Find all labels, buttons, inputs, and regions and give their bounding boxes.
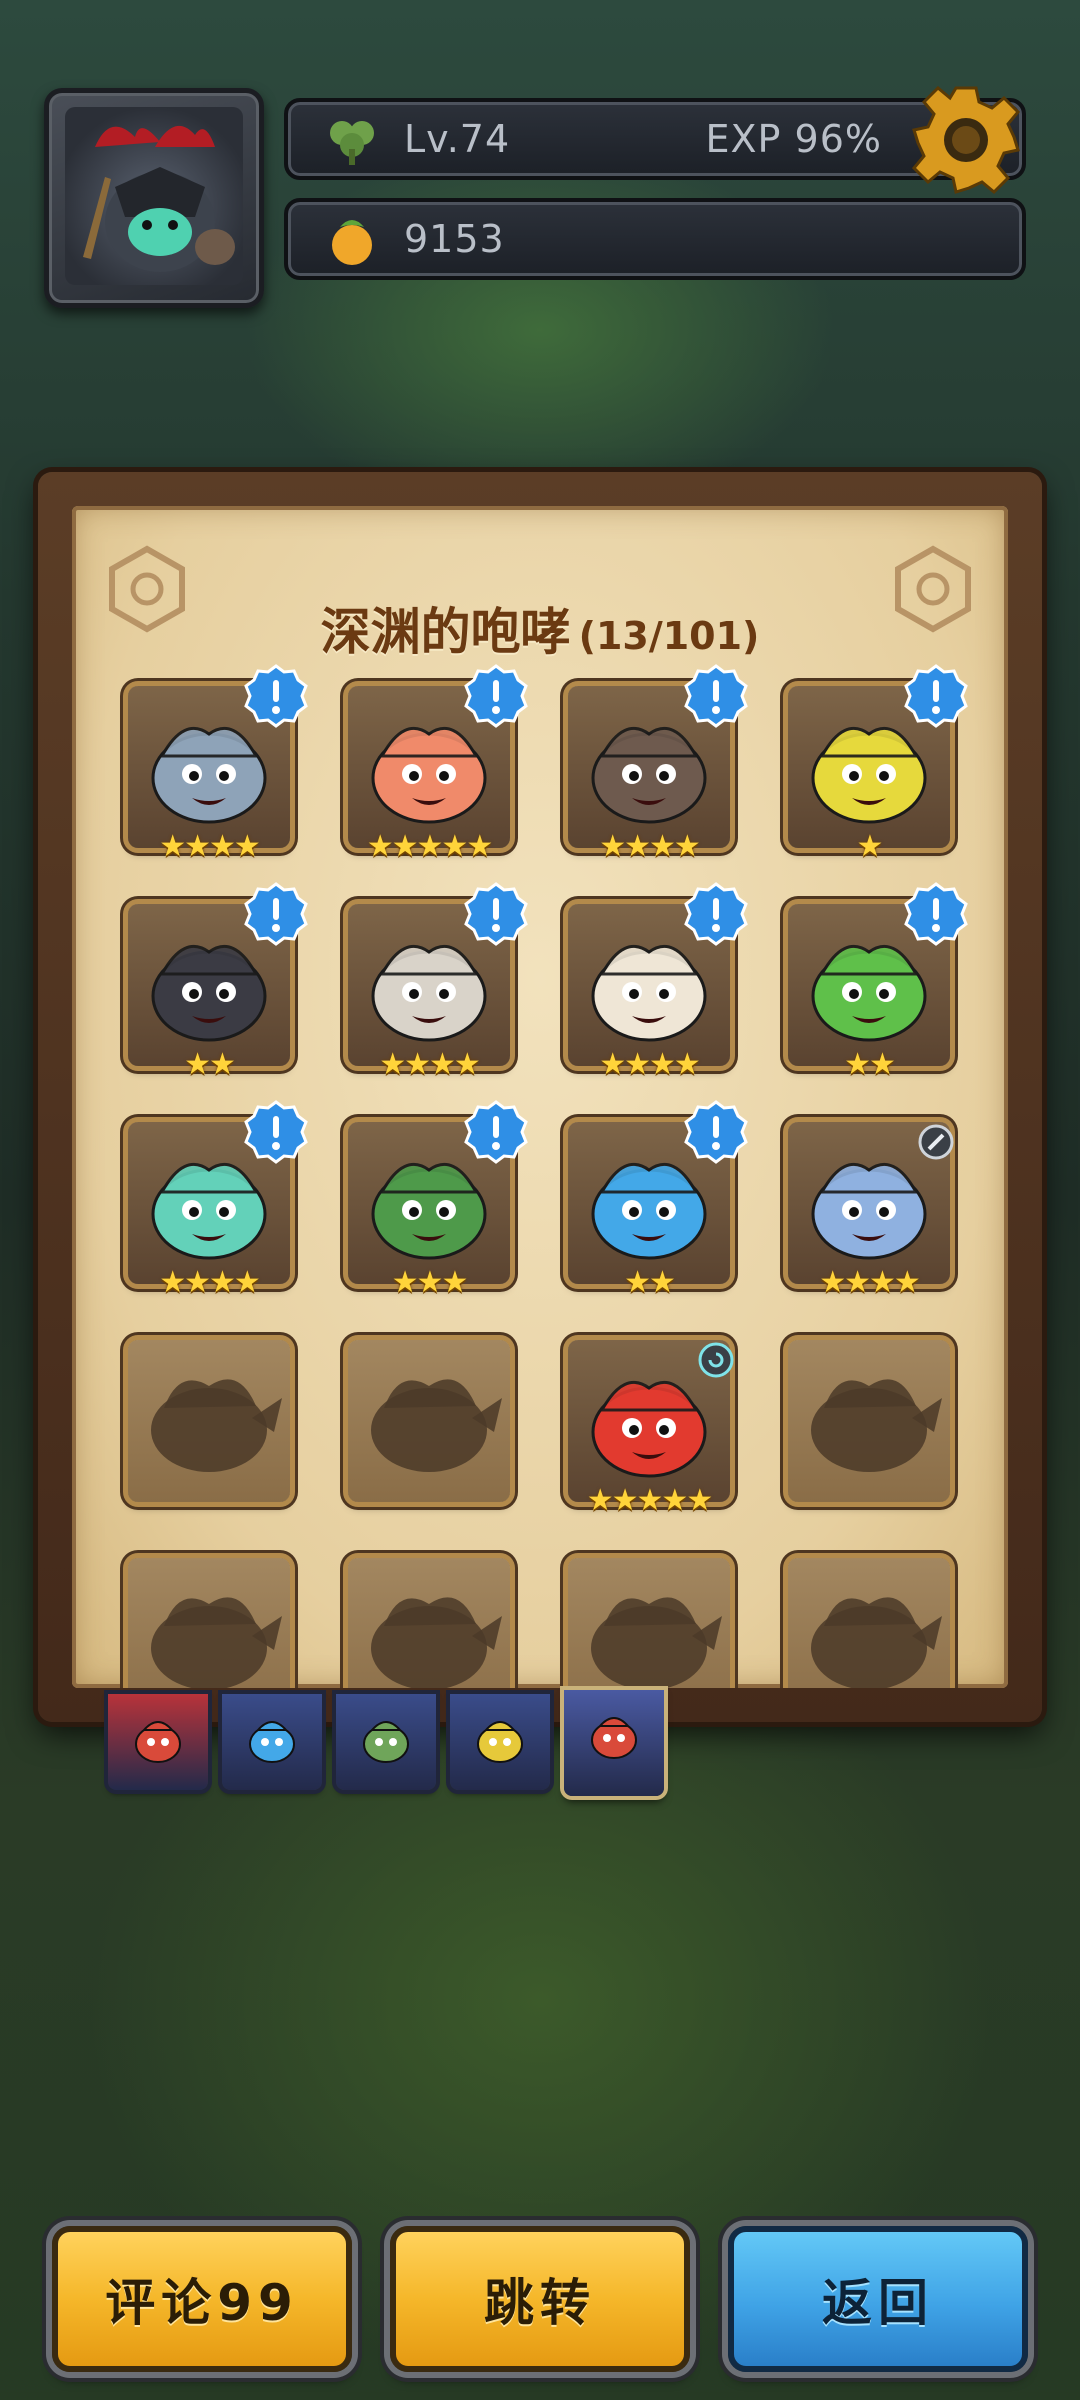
back-button-label: 返回 [822, 2274, 934, 2332]
swirl-badge-icon [698, 1342, 734, 1378]
category-tab[interactable] [336, 1694, 436, 1790]
creature-card[interactable]: ★★ [788, 882, 968, 1080]
new-alert-badge-icon [464, 882, 528, 946]
collection-title: 深渊的咆哮 [320, 603, 571, 661]
star-rating: ★★★★ [159, 829, 261, 864]
new-alert-badge-icon [464, 1100, 528, 1164]
avatar [65, 107, 243, 285]
creature-card[interactable]: ★★★★ [348, 882, 528, 1080]
creature-card[interactable]: ★★★ [348, 1100, 528, 1298]
creature-silhouette-icon [811, 1597, 942, 1688]
category-tab[interactable] [222, 1694, 322, 1790]
new-alert-badge-icon [904, 882, 968, 946]
creature-card[interactable]: ★★★★ [568, 882, 748, 1080]
panel-title: 深渊的咆哮 (13/101) [72, 592, 1008, 664]
exp-percent: EXP 96% [705, 117, 882, 161]
comment-button[interactable]: 评论99 [52, 2226, 352, 2372]
new-alert-badge-icon [244, 664, 308, 728]
creature-silhouette-icon [591, 1597, 722, 1688]
locked-creature-card[interactable] [128, 1340, 290, 1502]
star-rating: ★★★★★ [586, 1483, 713, 1518]
new-alert-badge-icon [904, 664, 968, 728]
currency-amount: 9153 [404, 217, 505, 261]
collection-panel: 深渊的咆哮 (13/101) ★★★★ ★★★★★ ★★★★ ★ ★★ ★★★★… [38, 472, 1042, 1722]
creature-card[interactable]: ★★ [128, 882, 308, 1080]
creature-card[interactable]: ★★★★ [568, 664, 748, 862]
creature-silhouette-icon [151, 1597, 282, 1688]
creature-card[interactable]: ★★★★ [128, 664, 308, 862]
creature-silhouette-icon [371, 1597, 502, 1688]
new-alert-badge-icon [684, 1100, 748, 1164]
creature-silhouette-icon [371, 1379, 502, 1472]
category-tab[interactable] [108, 1694, 208, 1790]
back-button[interactable]: 返回 [728, 2226, 1028, 2372]
new-alert-badge-icon [684, 664, 748, 728]
red-demon-icon [591, 1717, 637, 1759]
star-rating: ★★★ [391, 1265, 469, 1300]
new-alert-badge-icon [684, 882, 748, 946]
creature-card[interactable]: ★★★★★ [568, 1340, 734, 1516]
locked-creature-card[interactable] [788, 1340, 950, 1502]
player-level: Lv.74 [404, 117, 511, 161]
fruit-currency-icon [332, 220, 372, 265]
jump-button-label: 跳转 [484, 2274, 596, 2332]
star-rating: ★★ [844, 1047, 896, 1082]
star-rating: ★★★★ [379, 1047, 481, 1082]
star-rating: ★★★★ [599, 1047, 701, 1082]
yellow-creature-icon [477, 1721, 523, 1763]
locked-creature-card[interactable] [348, 1340, 510, 1502]
creature-silhouette-icon [811, 1379, 942, 1472]
category-tab[interactable] [564, 1690, 664, 1796]
new-alert-badge-icon [464, 664, 528, 728]
star-rating: ★★★★ [819, 1265, 921, 1300]
creature-card[interactable]: ★★ [568, 1100, 748, 1298]
creature-card[interactable]: ★ [788, 664, 968, 862]
sword-badge-icon [918, 1124, 954, 1160]
creature-card[interactable]: ★★★★ [788, 1122, 954, 1298]
star-rating: ★★★★ [159, 1265, 261, 1300]
locked-creature-card[interactable] [568, 1558, 730, 1688]
blue-creature-icon [249, 1721, 295, 1763]
creature-card[interactable]: ★★★★★ [348, 664, 528, 862]
player-avatar-frame[interactable] [44, 88, 264, 308]
creature-card[interactable]: ★★★★ [128, 1100, 308, 1298]
clover-icon [330, 121, 374, 165]
star-rating: ★ [856, 829, 884, 864]
comment-button-label: 评论99 [105, 2274, 299, 2332]
collection-panel-inner: 深渊的咆哮 (13/101) ★★★★ ★★★★★ ★★★★ ★ ★★ ★★★★… [72, 506, 1008, 1688]
star-rating: ★★ [624, 1265, 676, 1300]
red-team-icon [135, 1721, 181, 1763]
new-alert-badge-icon [244, 1100, 308, 1164]
collection-count: (13/101) [578, 614, 760, 658]
star-rating: ★★ [184, 1047, 236, 1082]
locked-creature-card[interactable] [788, 1558, 950, 1688]
locked-creature-card[interactable] [128, 1558, 290, 1688]
new-alert-badge-icon [244, 882, 308, 946]
creature-silhouette-icon [151, 1379, 282, 1472]
star-rating: ★★★★ [599, 829, 701, 864]
settings-gear-icon[interactable] [910, 84, 1022, 196]
star-rating: ★★★★★ [366, 829, 493, 864]
category-tab[interactable] [450, 1694, 550, 1790]
locked-creature-card[interactable] [348, 1558, 510, 1688]
green-creature-icon [363, 1721, 409, 1763]
jump-button[interactable]: 跳转 [390, 2226, 690, 2372]
currency-bar: 9153 [284, 198, 1026, 280]
